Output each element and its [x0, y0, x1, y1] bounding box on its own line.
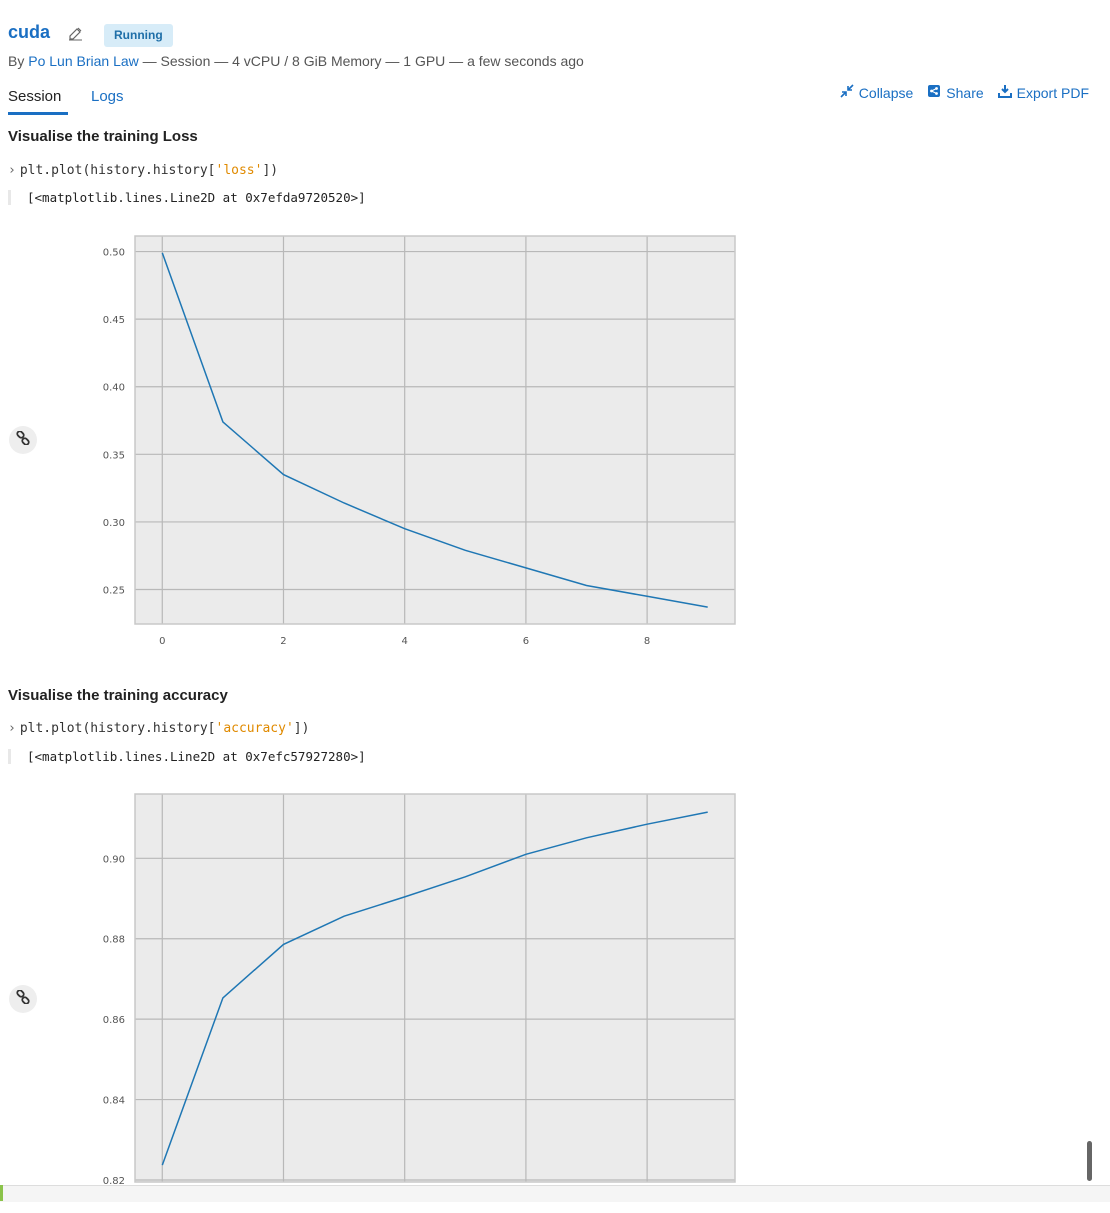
y-tick-label: 0.88: [103, 935, 125, 946]
link-icon: [16, 988, 30, 1009]
share-label: Share: [946, 84, 984, 101]
bottom-input-bar[interactable]: [0, 1185, 1110, 1202]
x-tick-label: 4: [402, 636, 408, 647]
code-string: 'loss': [215, 163, 263, 178]
chevron-right-icon[interactable]: ›: [8, 163, 16, 178]
y-tick-label: 0.40: [103, 383, 125, 394]
bottom-bar-accent: [0, 1185, 3, 1201]
y-tick-label: 0.84: [103, 1096, 125, 1107]
collapse-button[interactable]: Collapse: [840, 84, 913, 101]
download-icon: [997, 84, 1012, 101]
session-meta: By Po Lun Brian Law — Session — 4 vCPU /…: [8, 53, 584, 69]
link-icon: [16, 429, 30, 450]
by-label: By: [8, 53, 25, 69]
collapse-icon: [840, 84, 854, 101]
code-suffix: ]): [293, 721, 310, 736]
plot-background: [135, 794, 735, 1182]
x-tick-label: 0: [159, 636, 165, 647]
y-tick-label: 0.25: [103, 586, 125, 597]
x-tick-label: 6: [523, 636, 529, 647]
cell-heading-accuracy: Visualise the training accuracy: [8, 687, 228, 704]
status-badge: Running: [104, 24, 173, 47]
y-tick-label: 0.45: [103, 315, 125, 326]
author-link[interactable]: Po Lun Brian Law: [28, 53, 139, 69]
y-tick-label: 0.35: [103, 450, 125, 461]
active-tab-indicator: [8, 112, 68, 115]
cell-output-accuracy: [<matplotlib.lines.Line2D at 0x7efc57927…: [8, 749, 366, 764]
code-prefix: plt.plot(history.history[: [19, 721, 216, 736]
cell-link-button[interactable]: [9, 426, 37, 454]
plot-background: [135, 236, 735, 624]
x-tick-label: 2: [280, 636, 286, 647]
code-prefix: plt.plot(history.history[: [19, 163, 216, 178]
scrollbar-thumb[interactable]: [1087, 1141, 1092, 1181]
cell-link-button[interactable]: [9, 985, 37, 1013]
share-icon: [927, 84, 941, 101]
loss-chart: 0 2 4 6 8 0.25 0.30 0.35 0.40 0.45 0.50: [103, 235, 736, 647]
tab-session[interactable]: Session: [8, 88, 61, 105]
y-tick-label: 0.50: [103, 248, 125, 259]
export-pdf-label: Export PDF: [1016, 84, 1089, 101]
accuracy-chart: 024680.820.840.860.880.90: [103, 793, 736, 1205]
chevron-right-icon[interactable]: ›: [8, 721, 16, 736]
tab-logs[interactable]: Logs: [91, 88, 124, 105]
y-tick-label: 0.30: [103, 518, 125, 529]
code-line-accuracy[interactable]: › plt.plot(history.history['accuracy']): [8, 721, 309, 736]
x-tick-label: 8: [644, 636, 650, 647]
share-button[interactable]: Share: [927, 84, 984, 101]
y-tick-label: 0.90: [103, 854, 125, 865]
code-string: 'accuracy': [215, 721, 294, 736]
edit-icon[interactable]: [68, 27, 84, 41]
notebook-title[interactable]: cuda: [8, 22, 50, 43]
cell-heading-loss: Visualise the training Loss: [8, 128, 198, 145]
toolbar-actions: Collapse Share Export PDF: [840, 84, 1089, 101]
cell-output-loss: [<matplotlib.lines.Line2D at 0x7efda9720…: [8, 190, 366, 205]
export-pdf-button[interactable]: Export PDF: [997, 84, 1089, 101]
code-line-loss[interactable]: › plt.plot(history.history['loss']): [8, 163, 278, 178]
session-details: — Session — 4 vCPU / 8 GiB Memory — 1 GP…: [142, 53, 584, 69]
collapse-label: Collapse: [858, 84, 914, 101]
y-tick-label: 0.86: [103, 1015, 125, 1026]
code-suffix: ]): [262, 163, 279, 178]
